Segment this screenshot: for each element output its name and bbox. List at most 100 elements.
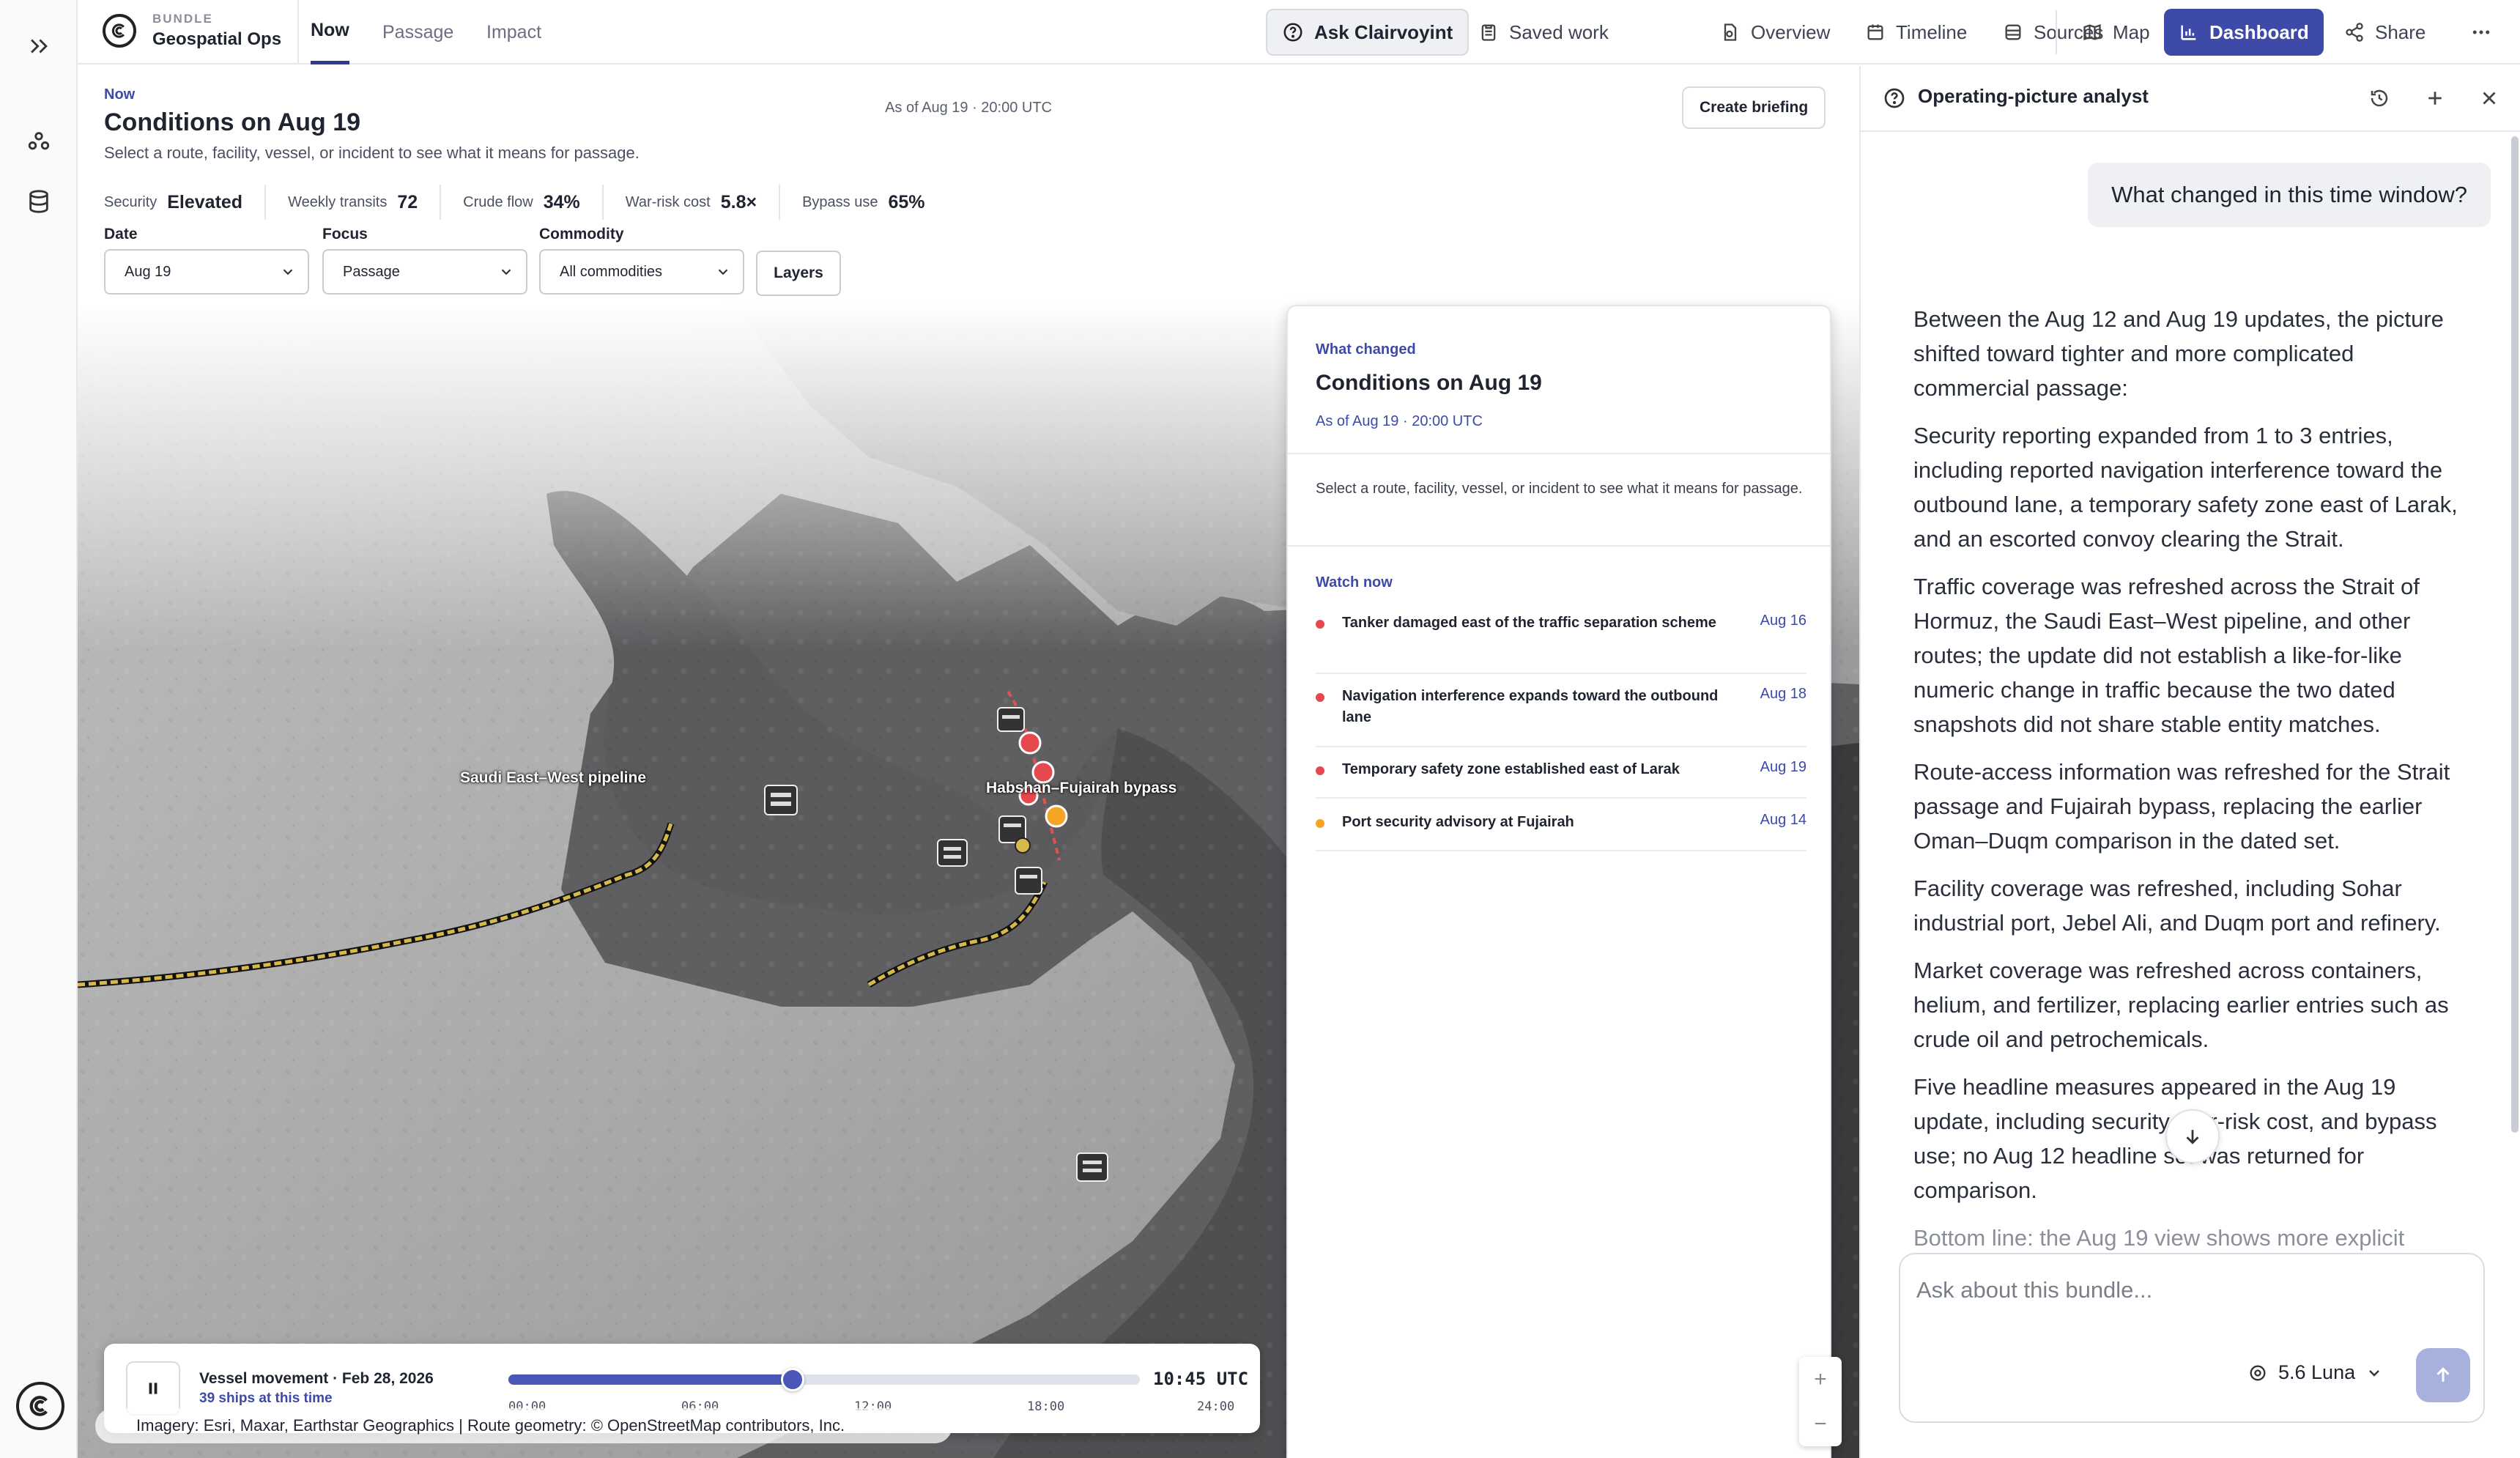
bundle-brand[interactable]: BUNDLE Geospatial Ops	[103, 12, 281, 50]
metric-value: Elevated	[167, 191, 243, 212]
assistant-header: Operating-picture analyst	[1861, 66, 2520, 132]
overview-button[interactable]: Overview	[1705, 9, 1845, 56]
pipeline-map-label[interactable]: Saudi East–West pipeline	[460, 769, 646, 787]
map-button[interactable]: Map	[2067, 9, 2165, 56]
new-chat-icon[interactable]	[2422, 85, 2448, 111]
answer-paragraph: Security reporting expanded from 1 to 3 …	[1913, 423, 2458, 552]
timeline-slider-handle[interactable]	[780, 1368, 804, 1391]
timeline-title: Vessel movement · Feb 28, 2026	[199, 1370, 434, 1387]
share-button[interactable]: Share	[2330, 9, 2440, 56]
divider	[2056, 10, 2057, 54]
commodity-select[interactable]: All commodities	[539, 249, 744, 295]
tab-impact[interactable]: Impact	[486, 0, 541, 64]
model-selector[interactable]: 5.6 Luna	[2247, 1361, 2383, 1384]
saved-work-button[interactable]: Saved work	[1464, 9, 1623, 56]
metric-value: 5.8×	[720, 191, 757, 212]
timeline-progress-fill	[508, 1374, 793, 1385]
chat-scrollbar[interactable]	[2511, 136, 2519, 1133]
metric-bypass-use[interactable]: Bypass use 65%	[779, 185, 946, 220]
map-label: Map	[2113, 21, 2150, 43]
page-description: Select a route, facility, vessel, or inc…	[104, 144, 640, 162]
dashboard-button[interactable]: Dashboard	[2164, 9, 2324, 56]
warning-dot-icon	[1316, 819, 1324, 828]
focus-filter-label: Focus	[322, 226, 368, 243]
commodity-filter: Commodity All commodities	[539, 226, 744, 295]
timeline-button[interactable]: Timeline	[1850, 9, 1982, 56]
app-logo-icon[interactable]	[16, 1382, 64, 1430]
date-filter-label: Date	[104, 226, 138, 243]
pause-button[interactable]	[126, 1361, 180, 1416]
timeline-slider[interactable]	[508, 1368, 1140, 1391]
answer-paragraph: Facility coverage was refreshed, includi…	[1913, 876, 2441, 936]
watch-item[interactable]: Temporary safety zone established east o…	[1316, 759, 1806, 799]
divider	[1288, 453, 1830, 454]
timeline-label: Timeline	[1896, 21, 1968, 43]
metric-weekly-transits[interactable]: Weekly transits 72	[264, 185, 440, 220]
alert-dot-icon	[1316, 766, 1324, 775]
watch-item[interactable]: Tanker damaged east of the traffic separ…	[1316, 613, 1806, 674]
metric-security[interactable]: Security Elevated	[104, 185, 264, 220]
model-icon	[2250, 1365, 2266, 1380]
date-select[interactable]: Aug 19	[104, 249, 309, 295]
what-changed-kicker: What changed	[1316, 341, 1416, 358]
network-icon[interactable]	[21, 123, 57, 160]
pause-icon	[149, 1383, 158, 1394]
database-icon[interactable]	[21, 183, 57, 220]
more-options-icon[interactable]	[2456, 9, 2507, 56]
watch-item-date: Aug 18	[1760, 686, 1806, 702]
page-title: Conditions on Aug 19	[104, 108, 361, 136]
commodity-select-value: All commodities	[560, 263, 663, 280]
dashboard-label: Dashboard	[2209, 21, 2309, 43]
layers-button[interactable]: Layers	[756, 251, 841, 296]
metric-label: Bypass use	[802, 193, 878, 210]
map-zoom-control[interactable]: + −	[1799, 1357, 1842, 1446]
history-icon[interactable]	[2366, 85, 2393, 111]
what-changed-title: Conditions on Aug 19	[1316, 371, 1542, 395]
create-briefing-button[interactable]: Create briefing	[1682, 86, 1826, 129]
tab-now[interactable]: Now	[311, 0, 349, 64]
answer-paragraph: Between the Aug 12 and Aug 19 updates, t…	[1913, 306, 2444, 401]
zoom-in-icon[interactable]: +	[1814, 1367, 1827, 1392]
metric-crude-flow[interactable]: Crude flow 34%	[440, 185, 602, 220]
metrics-strip: Security Elevated Weekly transits 72 Cru…	[104, 180, 947, 224]
model-name: 5.6 Luna	[2278, 1361, 2356, 1383]
zoom-out-icon[interactable]: −	[1814, 1412, 1827, 1437]
assistant-panel: Operating-picture analyst What changed i…	[1859, 66, 2520, 1458]
main-panel: Saudi East–West pipeline Habshan–Fujaira…	[78, 66, 1859, 1458]
send-button[interactable]	[2416, 1348, 2470, 1402]
scroll-to-bottom-button[interactable]	[2165, 1109, 2220, 1163]
timeline-current-time: 10:45 UTC	[1153, 1369, 1249, 1389]
chat-question-icon	[1881, 85, 1908, 111]
expand-sidebar-icon[interactable]	[21, 28, 57, 64]
divider	[1288, 545, 1830, 547]
what-changed-description: Select a route, facility, vessel, or inc…	[1316, 481, 1803, 497]
metric-war-risk-cost[interactable]: War-risk cost 5.8×	[601, 185, 779, 220]
bundle-name: Geospatial Ops	[152, 29, 282, 49]
chat-input[interactable]	[1916, 1273, 2458, 1307]
chat-composer: 5.6 Luna	[1899, 1253, 2485, 1423]
answer-paragraph: Traffic coverage was refreshed across th…	[1913, 574, 2420, 737]
alert-dot-icon	[1316, 620, 1324, 629]
arrow-down-icon	[2186, 1130, 2199, 1144]
metric-value: 65%	[888, 191, 925, 212]
focus-select[interactable]: Passage	[322, 249, 527, 295]
left-rail	[0, 0, 78, 1458]
bundle-label: BUNDLE	[152, 12, 213, 26]
share-label: Share	[2375, 21, 2426, 43]
timeline-tick: 24:00	[1197, 1399, 1235, 1414]
arrow-up-icon	[2436, 1367, 2450, 1382]
tab-passage[interactable]: Passage	[382, 0, 453, 64]
divider	[297, 0, 299, 64]
close-icon[interactable]	[2476, 85, 2502, 111]
bypass-map-label[interactable]: Habshan–Fujairah bypass	[986, 780, 1176, 797]
watch-item[interactable]: Navigation interference expands toward t…	[1316, 686, 1806, 747]
ask-label: Ask Clairvoyint	[1314, 21, 1453, 43]
attribution-text: Imagery: Esri, Maxar, Earthstar Geograph…	[136, 1416, 845, 1435]
watch-item[interactable]: Port security advisory at Fujairah Aug 1…	[1316, 812, 1806, 851]
as-of-timestamp: As of Aug 19 · 20:00 UTC	[885, 100, 1052, 116]
alert-dot-icon	[1316, 693, 1324, 702]
focus-filter: Focus Passage	[322, 226, 527, 295]
metric-value: 72	[397, 191, 418, 212]
metric-value: 34%	[543, 191, 580, 212]
ask-clairvoyint-button[interactable]: Ask Clairvoyint	[1266, 9, 1470, 56]
